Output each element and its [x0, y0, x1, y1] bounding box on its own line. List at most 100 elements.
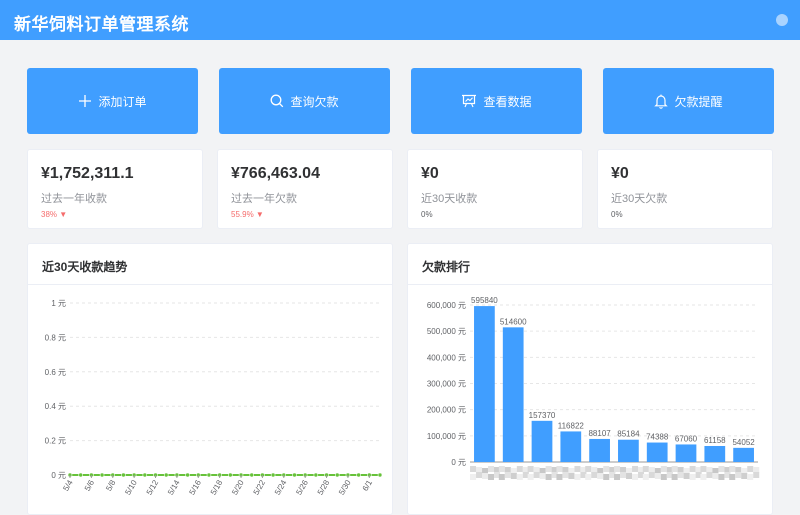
redacted-category-label	[556, 466, 587, 480]
stat-change: 0%	[421, 210, 433, 219]
ranking-panel: 欠款排行 0 元 100,000 元 200,000 元 300,000 元 400,0…	[407, 243, 773, 515]
trend-line-chart: 0 元 0.2 元 0.4 元 0.6 元 0.8 元 1 元 5/4 5/6 5/8 5/10 5…	[45, 299, 383, 496]
stat-label: 过去一年收款	[41, 193, 107, 205]
debt-reminder-button[interactable]: 欠款提醒	[603, 68, 774, 134]
data-point	[99, 472, 105, 478]
bar-value-label: 74388	[646, 433, 669, 442]
bar-value-label: 61158	[704, 436, 726, 445]
trend-panel: 近30天收款趋势 0 元 0.2 元 0.4 元 0.6 元 0.8 元 1 元 5/4 5/…	[27, 243, 393, 515]
data-point	[206, 472, 212, 478]
bar	[675, 444, 697, 462]
x-tick-label: 5/28	[316, 478, 332, 496]
ranking-panel-title: 欠款排行	[422, 260, 471, 274]
add-order-button[interactable]: 添加订单	[27, 68, 198, 134]
x-tick-label: 5/20	[230, 478, 246, 496]
x-tick-label: 5/18	[209, 478, 225, 496]
stat-card-year-income: ¥1,752,311.1 过去一年收款 38% ▼	[27, 149, 203, 229]
y-tick-label: 600,000 元	[427, 301, 466, 310]
stat-label: 近30天欠款	[611, 193, 668, 205]
data-point	[121, 472, 126, 478]
bar	[646, 442, 668, 462]
x-tick-label: 5/30	[337, 478, 353, 496]
caret-down-icon: ▼	[255, 210, 264, 219]
query-debt-label: 查询欠款	[290, 94, 339, 109]
stat-value: ¥1,752,311.1	[41, 165, 134, 182]
data-point	[249, 472, 255, 478]
x-tick-label: 5/6	[83, 478, 97, 493]
bar-value-label: 67060	[675, 434, 698, 443]
y-tick-label: 300,000 元	[427, 380, 466, 389]
data-point	[313, 472, 319, 478]
app-header: 新华饲料订单管理系统	[0, 0, 800, 40]
data-point	[228, 472, 233, 478]
view-data-button[interactable]: 查看数据	[411, 68, 582, 134]
x-tick-label: 5/26	[294, 478, 310, 496]
y-tick-label: 1 元	[51, 299, 66, 308]
bar-value-label: 54052	[732, 438, 755, 447]
stat-value: ¥0	[421, 165, 439, 182]
y-tick-label: 400,000 元	[427, 353, 466, 362]
x-tick-label: 5/10	[123, 478, 139, 496]
ranking-bar-chart: 0 元 100,000 元 200,000 元 300,000 元 400,000 元 5…	[427, 296, 760, 480]
x-tick-label: 5/12	[145, 478, 161, 496]
bar-value-label: 85184	[617, 430, 640, 439]
y-tick-label: 0.6 元	[45, 368, 66, 377]
bar-value-label: 595840	[471, 296, 498, 305]
redacted-category-label	[671, 466, 702, 480]
x-tick-label: 6/1	[361, 478, 375, 493]
redacted-category-label	[527, 466, 558, 480]
bar-value-label: 88107	[588, 429, 611, 438]
bar	[474, 306, 495, 462]
bar-value-label: 116822	[558, 421, 585, 430]
y-tick-label: 0 元	[51, 471, 66, 480]
plus-icon	[79, 95, 92, 107]
bell-icon	[654, 94, 669, 109]
data-point	[270, 472, 276, 478]
chart-board-icon	[462, 94, 477, 108]
debt-reminder-label: 欠款提醒	[674, 94, 723, 109]
data-point	[334, 472, 340, 478]
bar	[704, 445, 726, 462]
add-order-label: 添加订单	[98, 94, 147, 109]
stat-card-30d-debt: ¥0 近30天欠款 0%	[597, 149, 773, 229]
caret-down-icon: ▼	[59, 210, 68, 219]
redacted-category-label	[642, 466, 673, 480]
data-point	[292, 472, 297, 478]
redacted-category-label	[614, 466, 645, 480]
data-point	[377, 472, 383, 478]
x-tick-label: 5/24	[273, 478, 289, 496]
user-avatar[interactable]	[776, 14, 788, 26]
y-tick-label: 0.8 元	[45, 333, 66, 342]
bar	[618, 439, 639, 462]
x-tick-label: 5/4	[61, 478, 75, 493]
y-tick-label: 100,000 元	[427, 432, 466, 441]
x-tick-label: 5/16	[187, 478, 203, 496]
redacted-category-label	[700, 466, 731, 480]
data-point	[185, 472, 190, 478]
stat-value: ¥766,463.04	[231, 165, 320, 182]
query-debt-button[interactable]: 查询欠款	[219, 68, 390, 134]
bar-value-label: 157370	[529, 411, 556, 420]
view-data-label: 查看数据	[483, 94, 532, 109]
bar	[531, 420, 553, 462]
bar	[502, 327, 524, 462]
y-tick-label: 0.4 元	[45, 402, 66, 411]
bar	[589, 438, 610, 462]
stat-change: 38% ▼	[41, 210, 68, 219]
bar	[560, 431, 582, 462]
stat-value: ¥0	[611, 165, 629, 182]
app-title: 新华饲料订单管理系统	[14, 15, 189, 34]
stat-label: 过去一年欠款	[231, 193, 297, 205]
stat-card-year-debt: ¥766,463.04 过去一年欠款 55.9% ▼	[217, 149, 393, 229]
y-tick-label: 500,000 元	[427, 327, 466, 336]
redacted-category-label	[498, 466, 529, 480]
x-tick-label: 5/8	[104, 478, 118, 493]
data-point	[356, 472, 361, 478]
y-tick-label: 0 元	[451, 458, 466, 467]
data-point	[78, 472, 83, 478]
redacted-category-label	[729, 466, 760, 480]
redacted-category-label	[585, 466, 616, 480]
stat-change: 0%	[611, 210, 623, 219]
data-point	[163, 472, 169, 478]
data-point	[142, 472, 148, 478]
